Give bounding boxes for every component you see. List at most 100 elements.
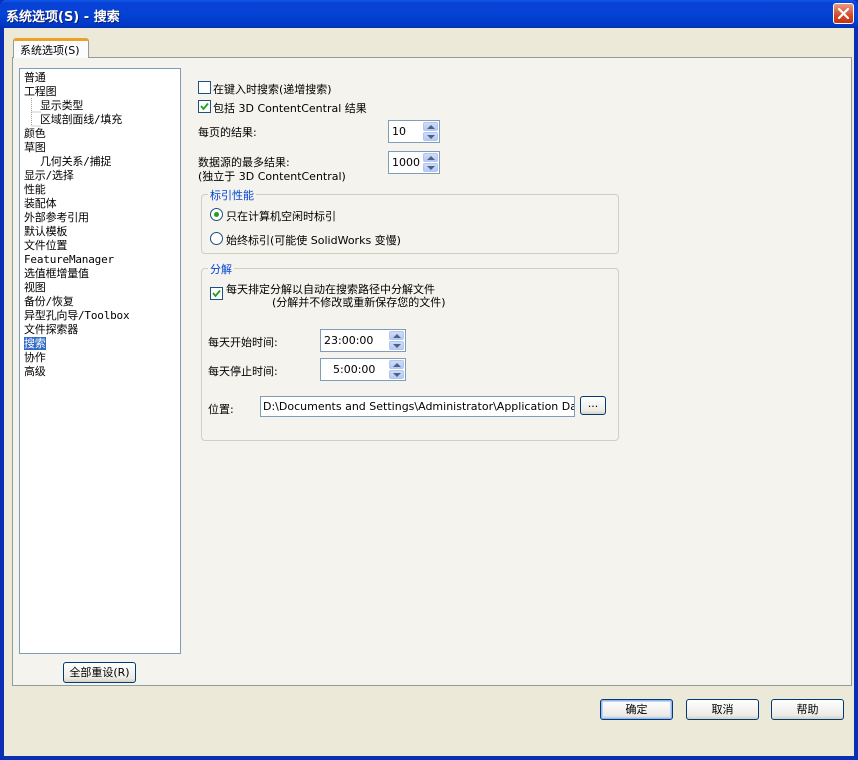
- tree-item[interactable]: 默认模板: [24, 225, 180, 239]
- reset-all-label: 全部重设(R): [69, 666, 130, 679]
- tree-item[interactable]: 颜色: [24, 127, 180, 141]
- radio-selected-dot: [214, 212, 219, 217]
- window-title: 系统选项(S) - 搜索: [6, 10, 120, 25]
- tree-item[interactable]: 视图: [24, 281, 180, 295]
- indexing-group: 标引性能 只在计算机空闲时标引 始终标引(可能使 SolidWorks 变慢): [201, 187, 619, 254]
- tree-item-label: 文件位置: [24, 239, 68, 252]
- include-3dcc-checkbox[interactable]: [198, 100, 211, 113]
- tree-item[interactable]: 协作: [24, 351, 180, 365]
- checkmark-icon: [212, 289, 221, 298]
- tab-system-options[interactable]: 系统选项(S): [13, 38, 89, 58]
- browse-button[interactable]: ...: [580, 396, 606, 415]
- results-per-page-spinner[interactable]: 10: [388, 120, 440, 143]
- tree-item-label: 区域剖面线/填充: [40, 113, 123, 126]
- max-results-spinner[interactable]: 1000: [388, 151, 440, 174]
- tree-item-label: 性能: [24, 183, 46, 196]
- tree-item[interactable]: 选值框增量值: [24, 267, 180, 281]
- spin-up-button[interactable]: [423, 122, 438, 131]
- tree-item[interactable]: FeatureManager: [24, 253, 180, 267]
- options-tree[interactable]: 普通 工程图 显示类型 区域剖面线/填充 颜色 草图 几何关系/捕捉 显示/选择 性能 装配体 外部…: [19, 68, 181, 654]
- close-button[interactable]: [833, 3, 854, 24]
- tree-item[interactable]: 几何关系/捕捉: [24, 155, 180, 169]
- spinner-arrows: [389, 331, 404, 350]
- location-path-input[interactable]: D:\Documents and Settings\Administrator\…: [260, 396, 575, 417]
- spinner-arrows: [389, 360, 404, 379]
- tree-connector-lines: [31, 98, 41, 127]
- tree-item[interactable]: 文件探索器: [24, 323, 180, 337]
- tree-item-label: 工程图: [24, 85, 57, 98]
- stop-time-spinner[interactable]: 5:00:00: [320, 358, 406, 381]
- start-time-spinner[interactable]: 23:00:00: [320, 329, 406, 352]
- tree-item[interactable]: 备份/恢复: [24, 295, 180, 309]
- arrow-up-icon: [393, 334, 401, 338]
- index-always-label: 始终标引(可能使 SolidWorks 变慢): [226, 234, 401, 247]
- spinner-arrows: [423, 153, 438, 172]
- spin-up-button[interactable]: [389, 331, 404, 340]
- spin-down-button[interactable]: [389, 341, 404, 350]
- checkmark-icon: [200, 102, 209, 111]
- tree-item[interactable]: 显示类型: [24, 99, 180, 113]
- search-while-typing-checkbox[interactable]: [198, 81, 211, 94]
- max-results-value: 1000: [392, 156, 420, 169]
- stop-time-value: 5:00:00: [333, 363, 376, 376]
- spin-down-button[interactable]: [423, 163, 438, 172]
- arrow-down-icon: [393, 344, 401, 348]
- arrow-up-icon: [427, 125, 435, 129]
- spin-up-button[interactable]: [389, 360, 404, 369]
- tree-item[interactable]: 性能: [24, 183, 180, 197]
- tree-item[interactable]: 搜索: [24, 337, 180, 351]
- tree-item[interactable]: 高级: [24, 365, 180, 379]
- tree-item[interactable]: 显示/选择: [24, 169, 180, 183]
- stop-time-label: 每天停止时间:: [208, 365, 278, 378]
- schedule-dissection-sublabel: (分解并不修改或重新保存您的文件): [272, 296, 446, 309]
- index-always-radio[interactable]: [210, 232, 223, 245]
- start-time-label: 每天开始时间:: [208, 336, 278, 349]
- arrow-down-icon: [427, 135, 435, 139]
- index-idle-label: 只在计算机空闲时标引: [226, 210, 336, 223]
- close-icon: [837, 7, 850, 20]
- spin-down-button[interactable]: [423, 132, 438, 141]
- arrow-down-icon: [427, 166, 435, 170]
- title-bar[interactable]: 系统选项(S) - 搜索: [0, 0, 858, 28]
- tree-item-label: 默认模板: [24, 225, 68, 238]
- index-idle-radio[interactable]: [210, 208, 223, 221]
- location-label: 位置:: [208, 403, 234, 416]
- spin-up-button[interactable]: [423, 153, 438, 162]
- results-per-page-label: 每页的结果:: [198, 126, 257, 139]
- cancel-button[interactable]: 取消: [686, 699, 759, 720]
- include-3dcc-label: 包括 3D ContentCentral 结果: [213, 102, 367, 115]
- arrow-up-icon: [393, 363, 401, 367]
- max-results-sublabel: (独立于 3D ContentCentral): [198, 170, 346, 183]
- tree-item-label: 异型孔向导/Toolbox: [24, 309, 130, 322]
- tab-label: 系统选项(S): [20, 44, 80, 57]
- spin-down-button[interactable]: [389, 370, 404, 379]
- tree-item-label: 搜索: [24, 337, 46, 350]
- results-per-page-value: 10: [392, 125, 406, 138]
- options-dialog: 系统选项(S) - 搜索 系统选项(S) 普通 工程图 显示类型 区域剖面线/填充 颜色…: [0, 0, 858, 760]
- tree-item-label: 几何关系/捕捉: [40, 155, 112, 168]
- reset-all-button[interactable]: 全部重设(R): [63, 662, 136, 683]
- tree-item[interactable]: 装配体: [24, 197, 180, 211]
- tree-item-label: 备份/恢复: [24, 295, 74, 308]
- ok-button[interactable]: 确定: [600, 699, 673, 720]
- dialog-client-area: 系统选项(S) 普通 工程图 显示类型 区域剖面线/填充 颜色 草图 几何关系/捕捉 显示/选…: [4, 28, 854, 756]
- tree-item-label: 视图: [24, 281, 46, 294]
- dissection-group: 分解 每天排定分解以自动在搜索路径中分解文件 (分解并不修改或重新保存您的文件)…: [201, 261, 619, 441]
- tree-item[interactable]: 草图: [24, 141, 180, 155]
- help-button[interactable]: 帮助: [771, 699, 844, 720]
- tree-item[interactable]: 区域剖面线/填充: [24, 113, 180, 127]
- tree-item-label: 选值框增量值: [24, 267, 89, 280]
- tree-item[interactable]: 异型孔向导/Toolbox: [24, 309, 180, 323]
- tree-item[interactable]: 文件位置: [24, 239, 180, 253]
- tree-item[interactable]: 普通: [24, 71, 180, 85]
- tree-item[interactable]: 工程图: [24, 85, 180, 99]
- tree-items: 普通 工程图 显示类型 区域剖面线/填充 颜色 草图 几何关系/捕捉 显示/选择 性能 装配体 外部…: [24, 71, 180, 379]
- schedule-dissection-checkbox[interactable]: [210, 287, 223, 300]
- tree-item-label: 文件探索器: [24, 323, 78, 336]
- tree-item[interactable]: 外部参考引用: [24, 211, 180, 225]
- tree-item-label: 显示类型: [40, 99, 84, 112]
- tree-item-label: 协作: [24, 351, 46, 364]
- start-time-value: 23:00:00: [324, 334, 374, 347]
- tree-item-label: 显示/选择: [24, 169, 74, 182]
- tab-panel: 普通 工程图 显示类型 区域剖面线/填充 颜色 草图 几何关系/捕捉 显示/选择 性能 装配体 外部…: [12, 57, 852, 686]
